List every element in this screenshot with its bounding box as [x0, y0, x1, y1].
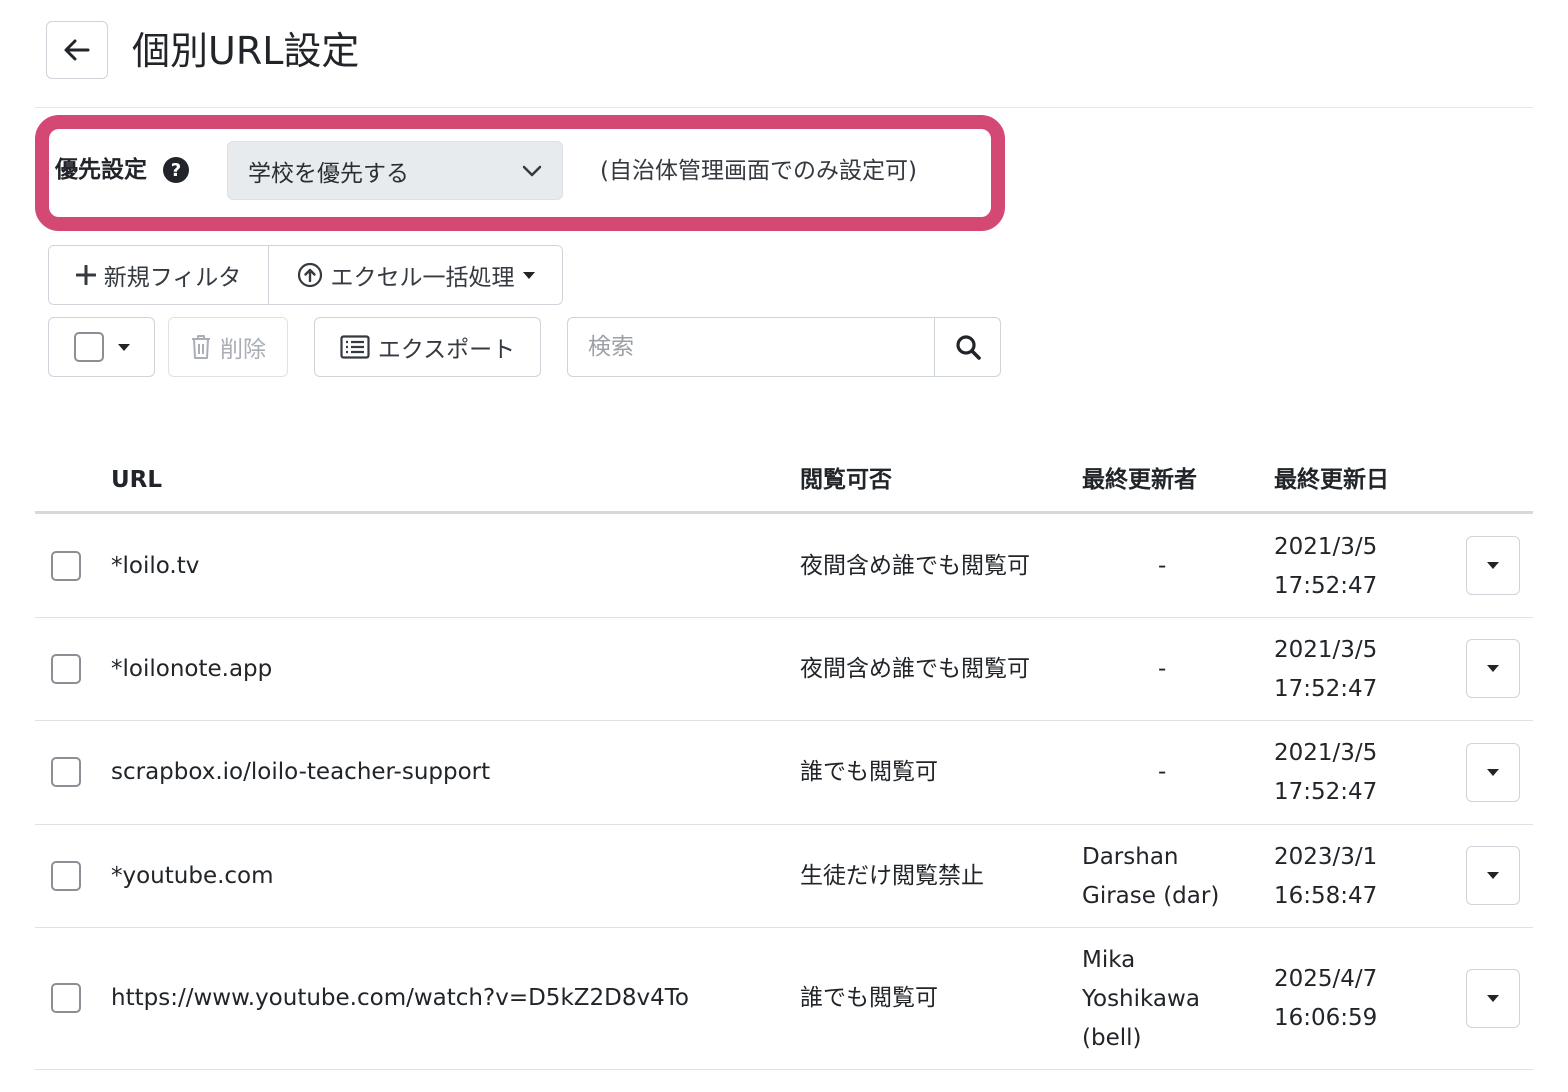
search-box: [567, 317, 1001, 377]
page-title: 個別URL設定: [132, 29, 360, 73]
row-updated-by: -: [1158, 759, 1167, 785]
row-updated-time: 17:52:47: [1274, 779, 1378, 805]
caret-down-icon: [1487, 872, 1499, 879]
row-actions-dropdown[interactable]: [1466, 639, 1520, 698]
row-access: 生徒だけ閲覧禁止: [800, 863, 984, 889]
row-checkbox[interactable]: [51, 757, 81, 787]
list-icon: [340, 335, 370, 359]
priority-select-value: 学校を優先する: [248, 160, 409, 187]
row-updated-time: 17:52:47: [1274, 573, 1378, 599]
row-url: *loilo.tv: [111, 553, 200, 579]
column-header-access[interactable]: 閲覧可否: [800, 463, 892, 497]
upload-circle-icon: [297, 262, 322, 288]
row-updated-time: 16:58:47: [1274, 883, 1378, 909]
plus-icon: [75, 265, 96, 285]
column-header-url[interactable]: URL: [111, 463, 162, 497]
table-header-divider: [35, 511, 1533, 514]
row-actions-dropdown[interactable]: [1466, 743, 1520, 802]
row-divider: [35, 617, 1533, 618]
row-url: https://www.youtube.com/watch?v=D5kZ2D8v…: [111, 985, 689, 1011]
search-input[interactable]: [568, 318, 934, 376]
row-checkbox[interactable]: [51, 654, 81, 684]
row-checkbox[interactable]: [51, 983, 81, 1013]
row-updated-by-line1: Darshan: [1082, 844, 1179, 870]
row-divider: [35, 927, 1533, 928]
row-access: 誰でも閲覧可: [800, 985, 938, 1011]
arrow-left-icon: [64, 39, 90, 61]
row-updated-time: 17:52:47: [1274, 676, 1378, 702]
row-url: *loilonote.app: [111, 656, 273, 682]
header-divider: [35, 107, 1533, 108]
row-updated-time: 16:06:59: [1274, 1005, 1378, 1031]
row-access: 夜間含め誰でも閲覧可: [800, 656, 1030, 682]
row-access: 夜間含め誰でも閲覧可: [800, 553, 1030, 579]
row-checkbox[interactable]: [51, 861, 81, 891]
export-button[interactable]: エクスポート: [314, 317, 541, 377]
caret-down-icon: [1487, 769, 1499, 776]
caret-down-icon: [522, 271, 535, 279]
row-updated-date: 2021/3/5: [1274, 637, 1378, 663]
search-icon: [955, 335, 981, 360]
caret-down-icon: [1487, 995, 1499, 1002]
priority-label: 優先設定: [55, 157, 147, 183]
row-url: scrapbox.io/loilo-teacher-support: [111, 759, 491, 785]
row-checkbox[interactable]: [51, 551, 81, 581]
caret-down-icon: [117, 343, 130, 351]
chevron-down-icon: [522, 165, 542, 176]
select-all-checkbox[interactable]: [73, 332, 104, 362]
row-actions-dropdown[interactable]: [1466, 969, 1520, 1028]
help-icon[interactable]: ?: [163, 157, 189, 183]
row-updated-by-line3: (bell): [1082, 1025, 1142, 1051]
delete-button[interactable]: 削除: [168, 317, 288, 377]
row-divider: [35, 720, 1533, 721]
row-divider: [35, 824, 1533, 825]
filter-button-group: 新規フィルタ エクセル一括処理: [48, 245, 563, 305]
row-actions-dropdown[interactable]: [1466, 536, 1520, 595]
caret-down-icon: [1487, 562, 1499, 569]
row-updated-by-line2: Yoshikawa: [1082, 986, 1200, 1012]
new-filter-button[interactable]: 新規フィルタ: [49, 246, 268, 304]
row-updated-date: 2021/3/5: [1274, 740, 1378, 766]
caret-down-icon: [1487, 665, 1499, 672]
priority-note: (自治体管理画面でのみ設定可): [600, 158, 917, 184]
trash-icon: [192, 335, 210, 359]
row-access: 誰でも閲覧可: [800, 759, 938, 785]
column-header-updated-at[interactable]: 最終更新日: [1274, 463, 1389, 497]
row-updated-by-line2: Girase (dar): [1082, 883, 1220, 909]
column-header-updated-by[interactable]: 最終更新者: [1082, 463, 1197, 497]
select-all-dropdown[interactable]: [48, 317, 155, 377]
row-actions-dropdown[interactable]: [1466, 846, 1520, 905]
back-button[interactable]: [46, 21, 108, 79]
row-url: *youtube.com: [111, 863, 274, 889]
priority-select[interactable]: 学校を優先する: [227, 141, 563, 200]
excel-bulk-button[interactable]: エクセル一括処理: [269, 246, 562, 304]
row-updated-date: 2025/4/7: [1274, 966, 1378, 992]
row-updated-by: -: [1158, 656, 1167, 682]
row-updated-by: -: [1158, 553, 1167, 579]
row-updated-by-line1: Mika: [1082, 947, 1136, 973]
row-updated-date: 2021/3/5: [1274, 534, 1378, 560]
row-updated-date: 2023/3/1: [1274, 844, 1378, 870]
row-divider: [35, 1069, 1533, 1070]
search-button[interactable]: [934, 318, 1000, 376]
